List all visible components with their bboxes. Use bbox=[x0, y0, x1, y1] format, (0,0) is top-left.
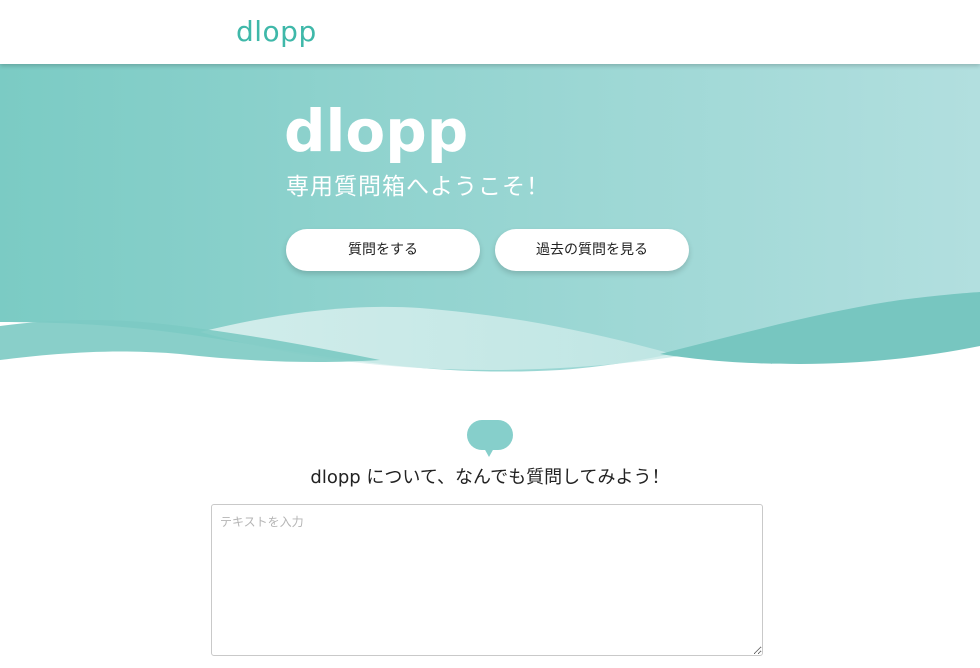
ask-question-button[interactable]: 質問をする bbox=[286, 229, 480, 271]
hero-background bbox=[0, 64, 980, 372]
hero-banner: dlopp 専用質問箱へようこそ！ 質問をする 過去の質問を見る bbox=[0, 64, 980, 374]
site-header: dlopp bbox=[0, 0, 980, 64]
past-questions-button[interactable]: 過去の質問を見る bbox=[495, 229, 689, 271]
question-input[interactable] bbox=[211, 504, 763, 656]
speech-bubble-icon bbox=[467, 420, 513, 457]
hero-logo: dlopp bbox=[284, 97, 469, 165]
question-input-wrapper bbox=[211, 504, 763, 656]
question-prompt: dlopp について、なんでも質問してみよう！ bbox=[310, 467, 670, 488]
header-logo[interactable]: dlopp bbox=[236, 14, 317, 50]
hero-tagline: 専用質問箱へようこそ！ bbox=[286, 174, 550, 200]
